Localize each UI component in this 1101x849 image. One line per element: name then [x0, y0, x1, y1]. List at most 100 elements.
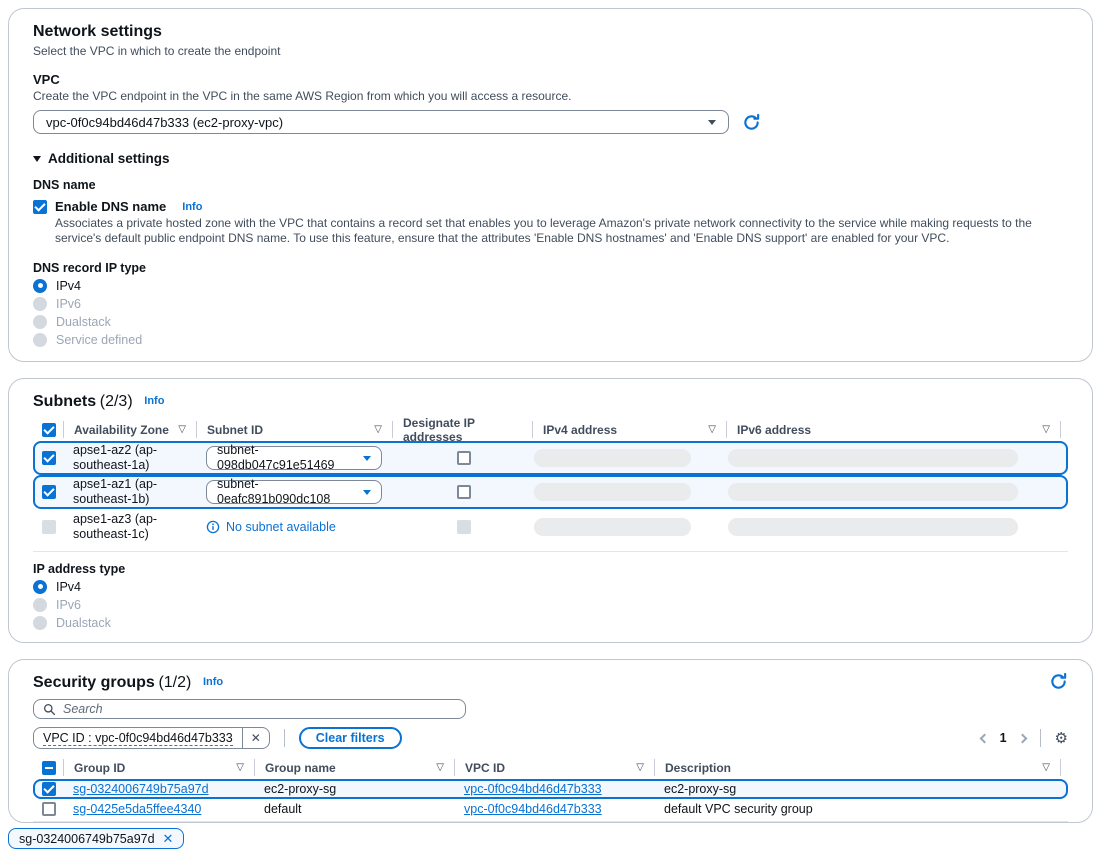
group-id-link[interactable]: sg-0425e5da5ffee4340: [73, 802, 201, 817]
dns-ip-option-service-defined: Service defined: [33, 332, 1068, 347]
security-group-row-1-checkbox[interactable]: [42, 782, 56, 796]
ipv4-address-field-disabled: [534, 449, 691, 467]
refresh-icon: [742, 113, 761, 132]
group-id-link[interactable]: sg-0324006749b75a97d: [73, 782, 209, 797]
sort-icon[interactable]: ▽: [1042, 763, 1050, 773]
sort-icon[interactable]: ▽: [374, 425, 382, 435]
column-ipv4-address[interactable]: IPv4 address ▽: [532, 421, 726, 438]
search-input[interactable]: [63, 702, 456, 716]
sort-icon[interactable]: ▽: [1042, 425, 1050, 435]
column-label: Group name: [265, 761, 336, 775]
vpc-label: VPC: [33, 72, 1068, 87]
ipv4-address-field-disabled: [534, 518, 691, 536]
dns-record-ip-type-label: DNS record IP type: [33, 261, 1068, 275]
subnet-row-1[interactable]: apse1-az2 (ap-southeast-1a) subnet-098db…: [33, 441, 1068, 475]
column-group-id[interactable]: Group ID ▽: [63, 759, 254, 776]
no-subnet-available-link[interactable]: No subnet available: [206, 520, 336, 535]
page-number[interactable]: 1: [1000, 731, 1007, 745]
radio-label: IPv6: [56, 297, 81, 311]
table-settings-gear-icon[interactable]: ⚙: [1055, 731, 1068, 746]
select-all-subnets-checkbox[interactable]: [42, 423, 56, 437]
radio-label: Dualstack: [56, 616, 111, 630]
vpc-filter-chip: VPC ID : vpc-0f0c94bd46d47b333 ✕: [33, 727, 270, 749]
subnets-info-link[interactable]: Info: [144, 395, 164, 407]
radio-selected-icon[interactable]: [33, 279, 47, 293]
vpc-id-link[interactable]: vpc-0f0c94bd46d47b333: [464, 782, 602, 797]
security-groups-info-link[interactable]: Info: [203, 676, 223, 688]
no-subnet-available-label: No subnet available: [226, 520, 336, 535]
ipv6-address-field-disabled: [728, 518, 1018, 536]
token-label: sg-0324006749b75a97d: [19, 832, 155, 846]
sort-icon[interactable]: ▽: [236, 763, 244, 773]
security-groups-search-box[interactable]: [33, 699, 466, 719]
subnet-row-3-designate-checkbox-disabled: [457, 520, 471, 534]
radio-selected-icon[interactable]: [33, 580, 47, 594]
additional-settings-expander[interactable]: Additional settings: [33, 151, 1068, 166]
refresh-vpc-button[interactable]: [742, 113, 761, 132]
dns-ip-option-ipv6: IPv6: [33, 296, 1068, 311]
remove-filter-icon[interactable]: ✕: [243, 731, 269, 745]
security-groups-table-header: Group ID ▽ Group name ▽ VPC ID ▽ Descrip…: [33, 756, 1068, 779]
subnet-row-1-designate-checkbox[interactable]: [457, 451, 471, 465]
subnet-row-2-checkbox[interactable]: [42, 485, 56, 499]
subnet-row-1-checkbox[interactable]: [42, 451, 56, 465]
security-groups-count: (1/2): [158, 674, 191, 691]
subnet-row-3-az: apse1-az3 (ap-southeast-1c): [65, 512, 198, 542]
enable-dns-info-link[interactable]: Info: [182, 201, 202, 213]
vpc-id-link[interactable]: vpc-0f0c94bd46d47b333: [464, 802, 602, 817]
expander-arrow-icon: [33, 156, 41, 162]
sort-icon[interactable]: ▽: [178, 425, 186, 435]
column-group-name[interactable]: Group name ▽: [254, 759, 454, 776]
select-all-security-groups-checkbox[interactable]: [42, 761, 56, 775]
enable-dns-name-checkbox[interactable]: [33, 200, 47, 214]
ipv6-address-field-disabled: [728, 449, 1018, 467]
dns-ip-option-dualstack: Dualstack: [33, 314, 1068, 329]
info-circle-icon: [206, 520, 220, 534]
subnet-row-2-designate-checkbox[interactable]: [457, 485, 471, 499]
refresh-security-groups-button[interactable]: [1049, 672, 1068, 691]
security-groups-table: Group ID ▽ Group name ▽ VPC ID ▽ Descrip…: [33, 756, 1068, 822]
vpc-description: Create the VPC endpoint in the VPC in th…: [33, 89, 1068, 104]
security-group-row-2-checkbox[interactable]: [42, 802, 56, 816]
dns-ip-option-ipv4[interactable]: IPv4: [33, 278, 1068, 293]
radio-disabled-icon: [33, 598, 47, 612]
network-settings-subtitle: Select the VPC in which to create the en…: [33, 44, 1068, 59]
next-page-icon[interactable]: [1017, 733, 1027, 743]
vpc-select[interactable]: vpc-0f0c94bd46d47b333 (ec2-proxy-vpc): [33, 110, 729, 134]
vpc-filter-chip-label: VPC ID : vpc-0f0c94bd46d47b333: [34, 731, 242, 746]
chevron-down-icon: [363, 456, 371, 461]
security-groups-title: Security groups: [33, 674, 155, 691]
subnet-row-3-checkbox-disabled: [42, 520, 56, 534]
clear-filters-button[interactable]: Clear filters: [299, 727, 402, 749]
column-vpc-id[interactable]: VPC ID ▽: [454, 759, 654, 776]
subnet-row-2[interactable]: apse1-az1 (ap-southeast-1b) subnet-0eafc…: [33, 475, 1068, 509]
subnet-select-value: subnet-098db047c91e51469: [217, 443, 363, 473]
column-subnet-id[interactable]: Subnet ID ▽: [196, 421, 392, 438]
radio-label: Dualstack: [56, 315, 111, 329]
refresh-icon: [1049, 672, 1068, 691]
column-ipv6-address[interactable]: IPv6 address ▽: [726, 421, 1060, 438]
column-availability-zone[interactable]: Availability Zone ▽: [63, 421, 196, 438]
subnet-row-2-select[interactable]: subnet-0eafc891b090dc108: [206, 480, 382, 504]
column-description[interactable]: Description ▽: [654, 759, 1060, 776]
security-group-row-1[interactable]: sg-0324006749b75a97d ec2-proxy-sg vpc-0f…: [33, 779, 1068, 799]
divider: [1040, 729, 1041, 747]
sort-icon[interactable]: ▽: [436, 763, 444, 773]
subnet-row-1-select[interactable]: subnet-098db047c91e51469: [206, 446, 382, 470]
enable-dns-description: Associates a private hosted zone with th…: [55, 216, 1065, 246]
sort-icon[interactable]: ▽: [708, 425, 716, 435]
column-divider: [1060, 759, 1068, 776]
chevron-down-icon: [708, 120, 716, 125]
security-group-row-2[interactable]: sg-0425e5da5ffee4340 default vpc-0f0c94b…: [33, 799, 1068, 819]
enable-dns-name-label: Enable DNS name: [55, 199, 166, 214]
radio-label: IPv6: [56, 598, 81, 612]
chevron-down-icon: [363, 490, 371, 495]
radio-disabled-icon: [33, 333, 47, 347]
sort-icon[interactable]: ▽: [636, 763, 644, 773]
column-divider: [1060, 421, 1068, 438]
ip-type-option-ipv4[interactable]: IPv4: [33, 579, 1068, 594]
previous-page-icon[interactable]: [979, 733, 989, 743]
network-settings-title: Network settings: [33, 23, 162, 40]
remove-token-icon[interactable]: ✕: [163, 832, 174, 845]
selected-security-group-token: sg-0324006749b75a97d ✕: [8, 828, 184, 849]
